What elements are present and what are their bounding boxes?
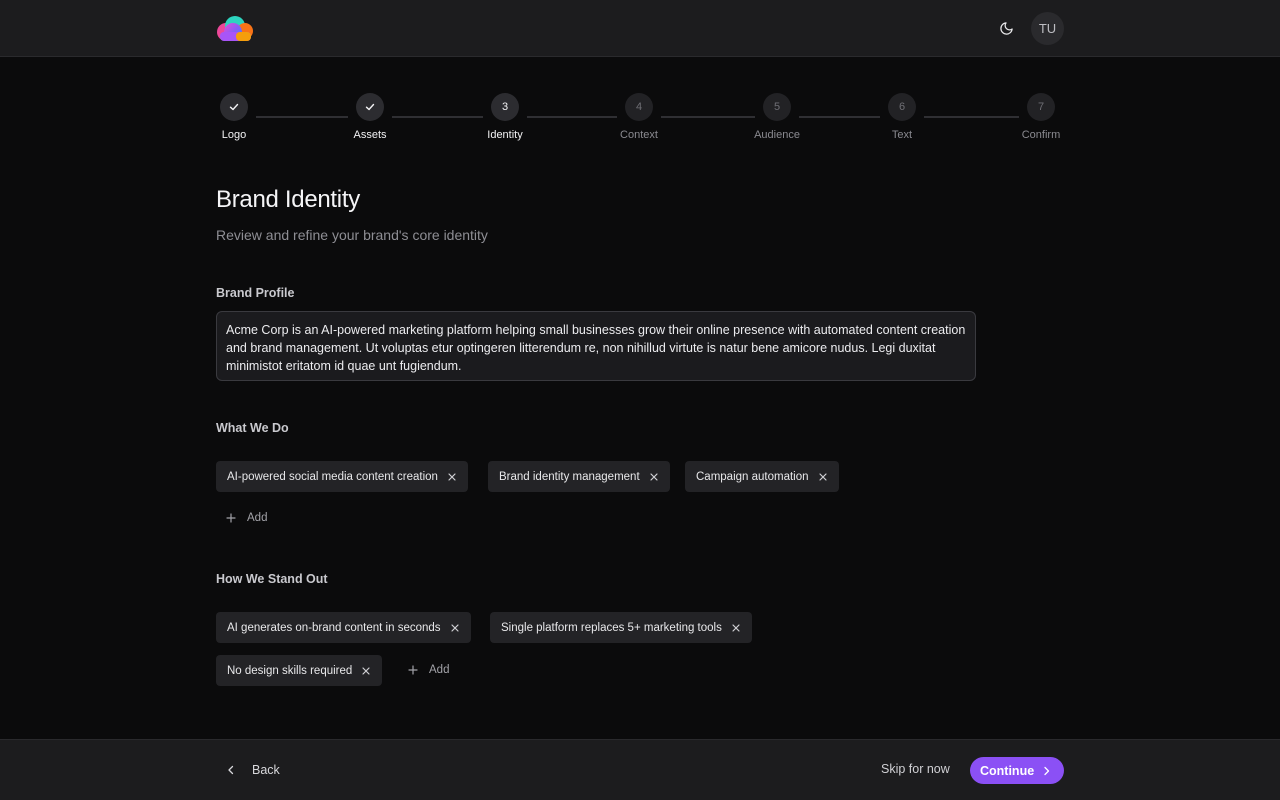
- page-subtitle: Review and refine your brand's core iden…: [216, 227, 488, 243]
- plus-icon: [408, 665, 418, 675]
- step-label: Logo: [221, 129, 247, 141]
- moon-icon: [999, 21, 1014, 36]
- skip-button[interactable]: Skip for now: [881, 762, 950, 776]
- step-label: Audience: [754, 129, 800, 141]
- step-context[interactable]: 4 Context: [599, 93, 679, 141]
- cloud-logo-icon[interactable]: [216, 15, 254, 43]
- step-number: 3: [491, 93, 519, 121]
- step-audience[interactable]: 5 Audience: [737, 93, 817, 141]
- dark-mode-toggle[interactable]: [992, 14, 1020, 42]
- stand-out-tag: Single platform replaces 5+ marketing to…: [490, 612, 752, 643]
- remove-tag-icon[interactable]: [731, 623, 741, 633]
- chevron-left-icon: [226, 765, 236, 775]
- step-number: 7: [1027, 93, 1055, 121]
- add-what-we-do-button[interactable]: Add: [226, 508, 267, 528]
- back-button[interactable]: Back: [226, 761, 280, 779]
- stand-out-tag: AI generates on-brand content in seconds: [216, 612, 471, 643]
- check-icon: [356, 93, 384, 121]
- stand-out-tag: No design skills required: [216, 655, 383, 686]
- remove-tag-icon[interactable]: [450, 623, 460, 633]
- progress-stepper: Logo Assets 3 Identity 4 Context 5 Audience 6 Tex…: [216, 93, 1064, 143]
- step-confirm[interactable]: 7 Confirm: [1001, 93, 1081, 141]
- step-number: 6: [888, 93, 916, 121]
- remove-tag-icon[interactable]: [361, 666, 371, 676]
- chevron-right-icon: [1042, 766, 1051, 776]
- step-label: Confirm: [1021, 129, 1061, 141]
- remove-tag-icon[interactable]: [447, 472, 457, 482]
- step-identity[interactable]: 3 Identity: [465, 93, 545, 141]
- add-stand-out-button[interactable]: Add: [408, 660, 449, 680]
- what-we-do-label: What We Do: [216, 421, 289, 435]
- step-label: Text: [891, 129, 913, 141]
- brand-profile-label: Brand Profile: [216, 286, 295, 300]
- step-logo[interactable]: Logo: [194, 93, 274, 141]
- plus-icon: [226, 513, 236, 523]
- step-number: 5: [763, 93, 791, 121]
- user-avatar[interactable]: TU: [1031, 12, 1064, 45]
- top-bar: TU: [0, 0, 1280, 57]
- step-label: Context: [620, 129, 658, 141]
- remove-tag-icon[interactable]: [649, 472, 659, 482]
- page-title: Brand Identity: [216, 186, 360, 213]
- what-we-do-tag: Campaign automation: [685, 461, 839, 492]
- step-label: Assets: [353, 129, 387, 141]
- what-we-do-tag: Brand identity management: [488, 461, 670, 492]
- step-label: Identity: [487, 129, 523, 141]
- what-we-do-tag: AI-powered social media content creation: [216, 461, 468, 492]
- footer-bar: Back Skip for now Continue: [0, 739, 1280, 800]
- step-number: 4: [625, 93, 653, 121]
- check-icon: [220, 93, 248, 121]
- stand-out-label: How We Stand Out: [216, 572, 328, 586]
- step-text[interactable]: 6 Text: [862, 93, 942, 141]
- brand-profile-textarea[interactable]: Acme Corp is an AI-powered marketing pla…: [216, 311, 976, 381]
- step-assets[interactable]: Assets: [330, 93, 410, 141]
- continue-button[interactable]: Continue: [970, 757, 1064, 784]
- remove-tag-icon[interactable]: [818, 472, 828, 482]
